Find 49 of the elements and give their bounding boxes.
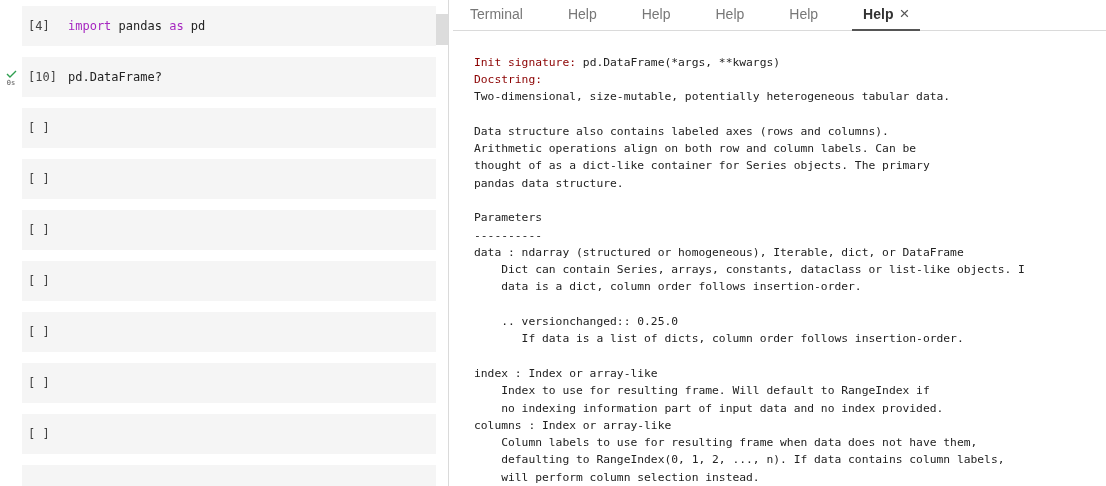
help-text-line: data : ndarray (structured or homogeneous), Iterable, dict, or DataFrame [474, 245, 964, 259]
execution-count: [ ] [28, 427, 51, 441]
help-text-line: index : Index or array-like [474, 366, 658, 380]
help-text-line: will perform column selection instead. [500, 470, 760, 484]
execution-count: [ ] [28, 172, 51, 186]
code-cell[interactable]: [ ] [22, 363, 436, 403]
scrollbar-thumb[interactable] [436, 14, 448, 45]
execution-count: [ ] [28, 223, 51, 237]
code-cell[interactable]: [ ] [22, 312, 436, 352]
help-text-line: thought of as a dict-like container for Series objects. The primary [474, 159, 930, 173]
help-text-line: Init signature: pd.DataFrame(*args, **kwargs) [474, 55, 781, 69]
execution-count: [4] [28, 19, 51, 33]
help-text-line: Column labels to use for resulting frame when data does not have them, [500, 436, 978, 450]
help-text-line: Index to use for resulting frame. Will default to RangeIndex if [500, 384, 930, 398]
execution-count: [ ] [28, 121, 51, 135]
execution-count: [ ] [28, 274, 51, 288]
panel-tab[interactable]: Help [556, 0, 608, 31]
help-text-line: pandas data structure. [474, 176, 624, 190]
panel-tab[interactable]: Help × [852, 0, 921, 31]
panel-tab[interactable]: Help [704, 0, 756, 31]
close-icon[interactable]: × [899, 4, 910, 25]
panel-tab[interactable]: Terminal [459, 0, 534, 31]
code-cell[interactable]: [4] import pandas as pd [22, 6, 436, 46]
code-line: import pandas as pd [68, 19, 206, 33]
help-text-line: Parameters [474, 211, 542, 225]
help-text-line: Arithmetic operations align on both row and column labels. Can be [474, 142, 917, 156]
code-cell[interactable]: [ ] [22, 159, 436, 199]
help-text-line: Two-dimensional, size-mutable, potentially heterogeneous tabular data. [474, 90, 951, 104]
execution-count: [ ] [28, 376, 51, 390]
execution-count: [ ] [28, 325, 51, 339]
execution-count: [10] [28, 70, 58, 84]
code-cell[interactable]: [ ] [22, 210, 436, 250]
code-cell[interactable]: [ ] [22, 108, 436, 148]
help-text-line: columns : Index or array-like [474, 418, 672, 432]
help-text-line: no indexing information part of input data and no index provided. [500, 401, 944, 415]
help-text-line: defaulting to RangeIndex(0, 1, 2, ..., n). If data contains column labels, [500, 453, 1005, 467]
code-cell[interactable]: [ ] [22, 414, 436, 454]
help-text-line: Docstring: [474, 72, 542, 86]
panel-tab[interactable]: Help [630, 0, 682, 31]
help-text-line: .. versionchanged:: 0.25.0 [500, 315, 679, 329]
help-text-line: ---------- [474, 228, 542, 242]
code-line: pd.DataFrame? [68, 70, 162, 84]
help-text-line: data is a dict, column order follows insertion-order. [500, 280, 862, 294]
code-cell[interactable]: [ ] [22, 261, 436, 301]
code-cell[interactable]: [10] pd.DataFrame? [22, 57, 436, 97]
help-text-line: If data is a list of dicts, column order follows insertion-order. [520, 332, 964, 346]
help-text-line: Data structure also contains labeled axes (rows and columns). [474, 124, 889, 138]
panel-tab[interactable]: Help [778, 0, 830, 31]
help-text-line: Dict can contain Series, arrays, constants, dataclass or list-like objects. I [500, 263, 1025, 277]
